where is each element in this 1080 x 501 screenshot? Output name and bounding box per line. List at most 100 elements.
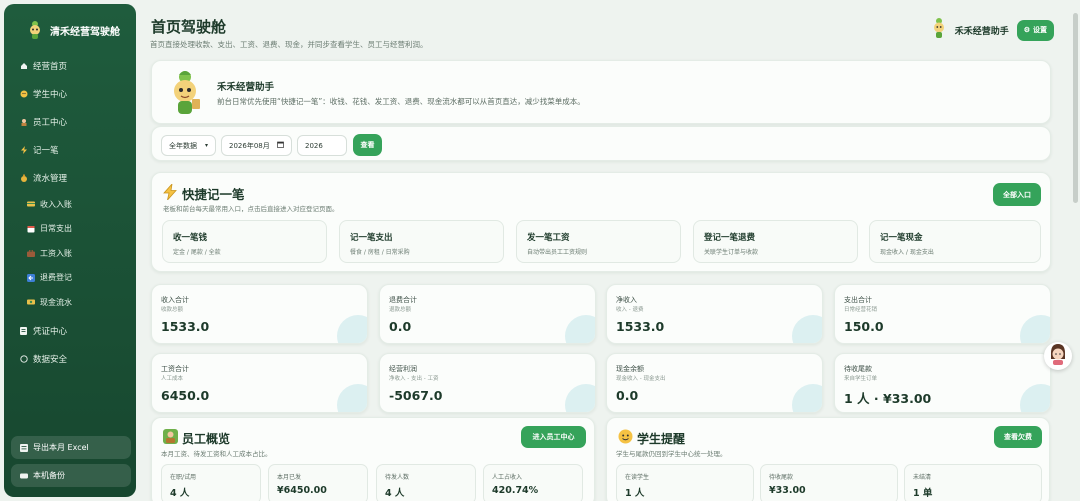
stat-title: 退费合计: [389, 296, 417, 304]
quick-item-cash[interactable]: 记一笔现金 现金收入 / 现金支出: [869, 220, 1041, 263]
sidebar-item-quick-record[interactable]: 记一笔: [4, 136, 136, 164]
sidebar-item-label: 员工中心: [33, 118, 68, 128]
metric-value: ¥33.00: [769, 485, 806, 496]
scrollbar-thumb[interactable]: [1073, 13, 1078, 203]
stat-card-refund: 退费合计 退款总额 0.0: [379, 284, 596, 344]
floating-assistant-button[interactable]: [1044, 342, 1072, 370]
metric-label: 在职/试用: [170, 474, 197, 481]
quick-item-desc: 现金收入 / 现金支出: [880, 249, 934, 256]
year-input-value: 2026: [305, 141, 323, 150]
student-icon: [618, 429, 633, 448]
sidebar-item-staff[interactable]: 员工中心: [4, 108, 136, 136]
quick-item-label: 记一笔支出: [350, 233, 393, 243]
quick-item-expense[interactable]: 记一笔支出 餐食 / 房租 / 日常采购: [339, 220, 504, 263]
metric-value: 4 人: [170, 488, 190, 499]
home-icon: [19, 62, 28, 71]
view-arrears-label: 查看欠费: [1004, 434, 1032, 441]
sidebar-item-cash-flow[interactable]: 现金流水: [4, 290, 136, 315]
quick-item-label: 收一笔钱: [173, 233, 208, 243]
metric-label: 待收尾款: [769, 474, 794, 481]
sidebar-item-security[interactable]: 数据安全: [4, 345, 136, 373]
staff-overview-subtitle: 本月工资、待发工资和人工成本占比。: [161, 450, 272, 458]
stat-card-profit: 经营利润 净收入 - 支出 - 工资 -5067.0: [379, 353, 596, 413]
metric-label: 人工占收入: [492, 474, 523, 481]
export-excel-button[interactable]: 导出本月 Excel: [11, 436, 131, 459]
month-picker[interactable]: 2026年08月: [221, 135, 292, 156]
scope-select[interactable]: 全年数据 ▾: [161, 135, 216, 156]
stat-value: 0.0: [616, 388, 639, 403]
decorative-circle: [565, 384, 595, 412]
month-picker-value: 2026年08月: [229, 141, 270, 150]
quick-item-collect-payment[interactable]: 收一笔钱 定金 / 尾款 / 全款: [162, 220, 327, 263]
cash-icon: [26, 200, 35, 209]
enter-staff-center-button[interactable]: 进入员工中心: [521, 426, 586, 448]
staff-icon: [19, 118, 28, 127]
metric-value: ¥6450.00: [277, 485, 327, 496]
staff-metric-pending: 待发人数 4 人: [376, 464, 476, 501]
lightning-icon: [19, 146, 28, 155]
page-scrollbar[interactable]: [1072, 3, 1079, 498]
student-reminder-panel: 学生提醒 学生与尾款仍回到学生中心统一处理。 查看欠费 在读学生 1 人 待收尾…: [606, 417, 1050, 501]
staff-overview-panel: 员工概览 本月工资、待发工资和人工成本占比。 进入员工中心 在职/试用 4 人 …: [151, 417, 595, 501]
stat-value: 1 人 · ¥33.00: [844, 391, 932, 406]
metric-label: 未结清: [913, 474, 932, 481]
quick-record-subtitle: 老板和前台每天最常用入口，点击后直接进入对应登记页面。: [163, 205, 339, 213]
sidebar-item-flow[interactable]: 流水管理: [4, 164, 136, 192]
sidebar-item-expense[interactable]: 日常支出: [4, 217, 136, 242]
stat-subtitle: 退款总额: [389, 307, 412, 313]
stat-subtitle: 来自学生订单: [844, 376, 878, 382]
view-arrears-button[interactable]: 查看欠费: [994, 426, 1042, 448]
student-metric-unsettled: 未结清 1 单: [904, 464, 1042, 501]
stat-title: 工资合计: [161, 365, 189, 373]
stat-subtitle: 净收入 - 支出 - 工资: [389, 376, 439, 382]
settings-button[interactable]: ⚙ 设置: [1016, 19, 1054, 41]
year-input[interactable]: 2026: [297, 135, 347, 156]
stat-value: 1533.0: [161, 319, 210, 334]
sidebar-item-label: 工资入账: [40, 248, 72, 258]
staff-overview-title: 员工概览: [182, 432, 231, 446]
sidebar-item-income[interactable]: 收入入账: [4, 192, 136, 217]
sidebar-item-label: 凭证中心: [33, 326, 68, 337]
gear-icon: ⚙: [1023, 27, 1030, 34]
stat-title: 收入合计: [161, 296, 189, 304]
brand[interactable]: 清禾经营驾驶舱: [4, 4, 136, 46]
stat-value: 1533.0: [616, 319, 665, 334]
sidebar-item-vouchers[interactable]: 凭证中心: [4, 317, 136, 345]
quick-item-desc: 自动带出员工工资规则: [527, 249, 588, 256]
stat-subtitle: 收入 - 退费: [616, 307, 644, 313]
refund-icon: [26, 273, 35, 282]
sidebar-item-salary[interactable]: 工资入账: [4, 241, 136, 266]
quick-item-salary[interactable]: 发一笔工资 自动带出员工工资规则: [516, 220, 681, 263]
assistant-banner-title: 禾禾经营助手: [217, 82, 275, 93]
stat-subtitle: 收款总额: [161, 307, 184, 313]
header-actions: 禾禾经营助手 ⚙ 设置: [931, 17, 1054, 43]
sidebar-item-label: 数据安全: [33, 354, 68, 365]
sidebar-item-home[interactable]: 经营首页: [4, 52, 136, 80]
stat-card-income: 收入合计 收款总额 1533.0: [151, 284, 368, 344]
local-backup-button[interactable]: 本机备份: [11, 464, 131, 487]
local-backup-label: 本机备份: [33, 471, 65, 480]
student-icon: [19, 90, 28, 99]
view-button[interactable]: 查看: [353, 134, 382, 156]
stat-title: 待收尾款: [844, 365, 872, 373]
sidebar-item-refund[interactable]: 退费登记: [4, 266, 136, 291]
sidebar-item-label: 日常支出: [40, 224, 72, 234]
quick-item-label: 发一笔工资: [527, 233, 570, 243]
stat-value: 150.0: [844, 319, 884, 334]
stat-subtitle: 现金收入 - 现金支出: [616, 376, 666, 382]
decorative-circle: [337, 384, 367, 412]
sidebar-item-label: 收入入账: [40, 199, 72, 209]
main-content: 首页驾驶舱 首页直接处理收款、支出、工资、退费、现金，并同步查看学生、员工与经营…: [142, 0, 1070, 501]
sidebar: 清禾经营驾驶舱 经营首页 学生中心 员工中心 记一笔 流水管理 收入入账 日常支…: [4, 4, 136, 497]
stat-title: 现金余额: [616, 365, 644, 373]
sidebar-item-students[interactable]: 学生中心: [4, 80, 136, 108]
sidebar-nav: 经营首页 学生中心 员工中心 记一笔 流水管理 收入入账 日常支出 工资入账 退…: [4, 52, 136, 373]
mascot-logo-icon: [26, 20, 44, 40]
all-entries-button[interactable]: 全部入口: [993, 183, 1041, 206]
stat-card-balance-due: 待收尾款 来自学生订单 1 人 · ¥33.00: [834, 353, 1051, 413]
student-reminder-title: 学生提醒: [637, 432, 686, 446]
assistant-banner-text: 前台日常优先使用“快捷记一笔”：收钱、花钱、发工资、退费、现金流水都可以从首页直…: [217, 97, 585, 106]
assistant-banner: 禾禾经营助手 前台日常优先使用“快捷记一笔”：收钱、花钱、发工资、退费、现金流水…: [151, 60, 1051, 124]
cash-flow-icon: [26, 298, 35, 307]
quick-item-refund[interactable]: 登记一笔退费 关联学生订单与收款: [693, 220, 858, 263]
